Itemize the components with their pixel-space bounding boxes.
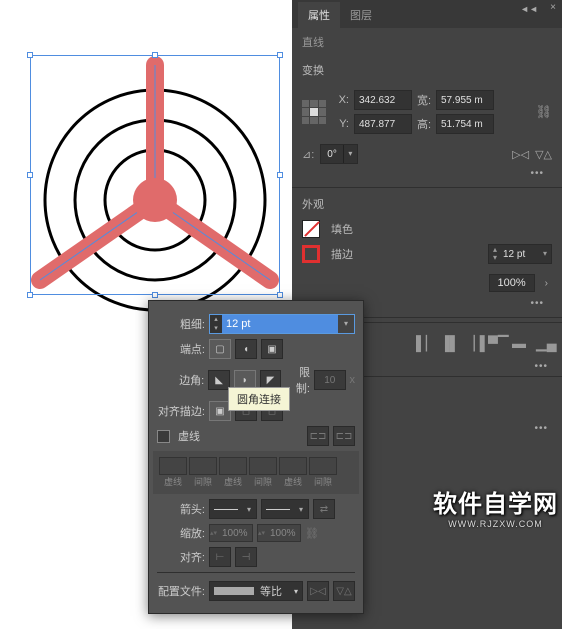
cap-butt-icon[interactable]: ▢ bbox=[209, 339, 231, 359]
height-input[interactable] bbox=[436, 114, 494, 134]
stroke-panel-popup: 粗细: ▴▾ 12 pt ▾ 端点: ▢ ◖ ▣ 边角: ◣ ◗ ◤ 限制: 1… bbox=[148, 300, 364, 614]
transform-section: 变换 X: 宽: Y: 高: bbox=[292, 54, 562, 188]
arrow-start-select[interactable]: ▾ bbox=[209, 499, 257, 519]
selection-handle[interactable] bbox=[152, 292, 158, 298]
profile-flip-y-icon: ▽△ bbox=[333, 581, 355, 601]
watermark: 软件自学网 WWW.RJZXW.COM bbox=[433, 484, 558, 529]
opacity-more-icon[interactable]: › bbox=[541, 278, 552, 289]
gap-input bbox=[249, 457, 277, 475]
height-label: 高: bbox=[417, 116, 431, 132]
dashed-inputs-group: 虚线 间隙 虚线 间隙 虚线 间隙 bbox=[153, 451, 359, 494]
arrow-align-tip-icon: ⊣ bbox=[235, 547, 257, 567]
profile-select[interactable]: 等比 ▾ bbox=[209, 581, 303, 601]
watermark-main: 软件自学网 bbox=[433, 484, 558, 519]
tab-properties[interactable]: 属性 bbox=[298, 2, 340, 28]
arrowhead-label: 箭头: bbox=[157, 501, 205, 517]
align-top-icon[interactable]: ▀▔ bbox=[488, 335, 504, 351]
arrow-end-select[interactable]: ▾ bbox=[261, 499, 309, 519]
arrow-scale-start: ▴▾100% bbox=[209, 524, 253, 542]
y-input[interactable] bbox=[354, 114, 412, 134]
flip-horizontal-icon[interactable]: ▷◁ bbox=[512, 148, 529, 161]
angle-icon: ⊿: bbox=[302, 148, 314, 161]
x-input[interactable] bbox=[354, 90, 412, 110]
arrow-align-extend-icon: ⊢ bbox=[209, 547, 231, 567]
selection-handle[interactable] bbox=[152, 52, 158, 58]
align-right-icon[interactable]: ▕▐ bbox=[464, 335, 480, 351]
gap-input bbox=[189, 457, 217, 475]
dash-label: 虚线 bbox=[279, 475, 307, 488]
panel-menu-icon[interactable]: × bbox=[550, 2, 556, 13]
stroke-swatch[interactable] bbox=[302, 245, 320, 263]
dash-input bbox=[159, 457, 187, 475]
dashed-checkbox[interactable] bbox=[157, 430, 170, 443]
selection-handle[interactable] bbox=[277, 172, 283, 178]
opacity-input[interactable]: 100% bbox=[489, 274, 535, 292]
flip-vertical-icon[interactable]: ▽△ bbox=[535, 148, 552, 161]
transform-title: 变换 bbox=[302, 62, 552, 78]
selection-handle[interactable] bbox=[277, 52, 283, 58]
selection-handle[interactable] bbox=[277, 292, 283, 298]
profile-label: 配置文件: bbox=[157, 583, 205, 599]
x-label: X: bbox=[335, 94, 349, 106]
y-label: Y: bbox=[335, 118, 349, 130]
fill-label: 填色 bbox=[331, 221, 353, 237]
dash-label: 虚线 bbox=[159, 475, 187, 488]
selection-handle[interactable] bbox=[27, 292, 33, 298]
selection-bounds bbox=[30, 55, 280, 295]
align-vcenter-icon[interactable]: ▬ bbox=[512, 335, 528, 351]
fill-swatch[interactable] bbox=[302, 220, 320, 238]
gap-input bbox=[309, 457, 337, 475]
watermark-sub: WWW.RJZXW.COM bbox=[433, 519, 558, 529]
width-label: 宽: bbox=[417, 92, 431, 108]
appearance-section: 外观 填色 描边 ▴▾ ▾ 100% › ••• bbox=[292, 188, 562, 318]
selection-handle[interactable] bbox=[27, 52, 33, 58]
reference-point-picker[interactable] bbox=[302, 100, 326, 124]
limit-input: 10 bbox=[314, 370, 346, 390]
corner-miter-icon[interactable]: ◣ bbox=[208, 370, 230, 390]
dash-input bbox=[279, 457, 307, 475]
align-arrow-label: 对齐: bbox=[157, 549, 205, 565]
scale-label: 缩放: bbox=[157, 525, 205, 541]
stroke-weight-input[interactable]: ▴▾ 12 pt ▾ bbox=[209, 314, 355, 334]
panel-header: ◄◄ × 属性 图层 bbox=[292, 0, 562, 28]
stroke-label[interactable]: 描边 bbox=[331, 246, 353, 262]
link-scale-icon: ⛓ bbox=[305, 527, 319, 540]
collapse-icon[interactable]: ◄◄ bbox=[520, 4, 538, 14]
selection-handle[interactable] bbox=[27, 172, 33, 178]
cap-label: 端点: bbox=[157, 341, 205, 357]
stroke-weight-field[interactable]: ▴▾ ▾ bbox=[488, 244, 552, 264]
dash-preserve-icon: ⊏⊐ bbox=[307, 426, 329, 446]
align-left-icon[interactable]: ▌▏ bbox=[416, 335, 432, 351]
swap-arrows-icon: ⇄ bbox=[313, 499, 335, 519]
object-type-label: 直线 bbox=[292, 28, 562, 54]
dash-label: 虚线 bbox=[219, 475, 247, 488]
cap-projecting-icon[interactable]: ▣ bbox=[261, 339, 283, 359]
profile-flip-x-icon: ▷◁ bbox=[307, 581, 329, 601]
gap-label: 间隙 bbox=[189, 475, 217, 488]
gap-label: 间隙 bbox=[249, 475, 277, 488]
dash-align-icon: ⊏⊐ bbox=[333, 426, 355, 446]
appearance-title: 外观 bbox=[302, 196, 552, 212]
rotation-input[interactable]: 0°▾ bbox=[320, 144, 358, 164]
tooltip: 圆角连接 bbox=[228, 387, 290, 411]
arrow-scale-end: ▴▾100% bbox=[257, 524, 301, 542]
cap-round-icon[interactable]: ◖ bbox=[235, 339, 257, 359]
link-wh-icon[interactable]: ⛓ bbox=[535, 104, 552, 120]
limit-unit: x bbox=[350, 374, 356, 386]
align-bottom-icon[interactable]: ▁▄ bbox=[536, 335, 552, 351]
corner-label: 边角: bbox=[157, 372, 204, 388]
dash-input bbox=[219, 457, 247, 475]
width-input[interactable] bbox=[436, 90, 494, 110]
tab-layers[interactable]: 图层 bbox=[340, 2, 382, 28]
gap-label: 间隙 bbox=[309, 475, 337, 488]
more-options-icon[interactable]: ••• bbox=[302, 166, 552, 179]
weight-label: 粗细: bbox=[157, 316, 205, 332]
align-stroke-label: 对齐描边: bbox=[157, 403, 205, 419]
align-hcenter-icon[interactable]: ▐▌ bbox=[440, 335, 456, 351]
dashed-label: 虚线 bbox=[178, 428, 200, 444]
